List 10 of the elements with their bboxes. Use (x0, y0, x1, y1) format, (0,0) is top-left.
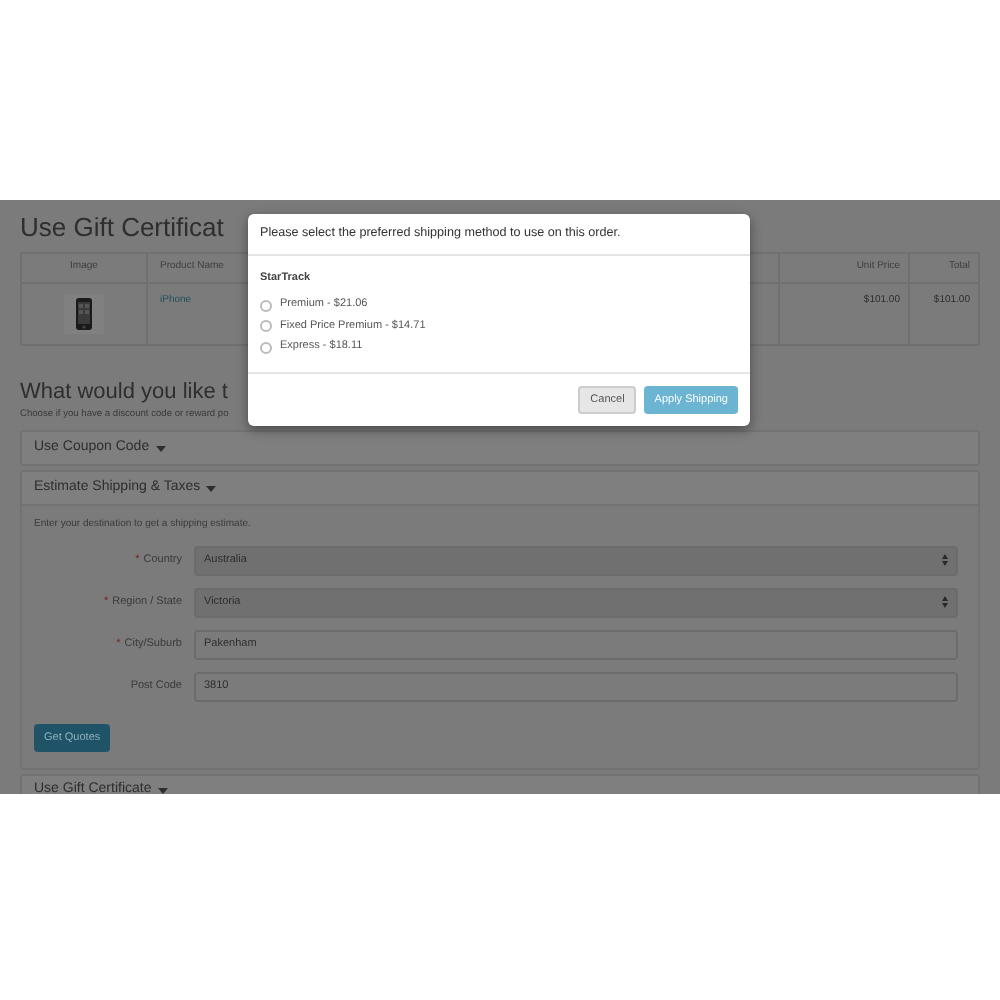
section-title: What would you like t (20, 378, 228, 406)
radio-button[interactable] (260, 320, 272, 332)
page-title: Use Gift Certificat (20, 212, 224, 244)
caret-icon (155, 445, 166, 452)
caret-icon (157, 788, 168, 794)
radio-button[interactable] (260, 341, 272, 353)
select-arrows-icon (942, 596, 948, 609)
select-arrows-icon (942, 554, 948, 567)
radio-button[interactable] (260, 299, 272, 311)
caret-icon (206, 485, 217, 492)
